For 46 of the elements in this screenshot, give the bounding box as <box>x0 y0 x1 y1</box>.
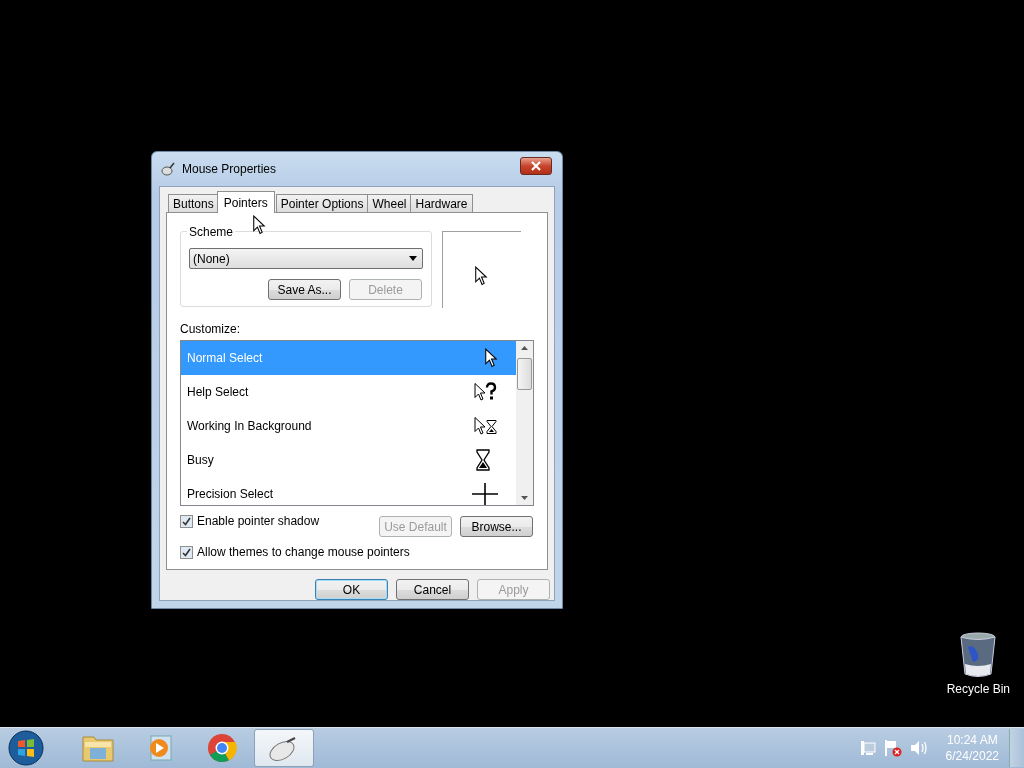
mouse-pointer-icon <box>252 215 266 235</box>
scroll-thumb[interactable] <box>517 358 532 390</box>
start-button[interactable] <box>8 730 44 766</box>
list-item[interactable]: Working In Background <box>181 409 516 443</box>
clock-date: 6/24/2022 <box>945 748 999 764</box>
group-label: Scheme <box>187 225 236 239</box>
close-button[interactable] <box>520 157 552 175</box>
checkbox-label: Enable pointer shadow <box>197 514 320 528</box>
speaker-icon[interactable] <box>909 740 928 756</box>
scrollbar[interactable] <box>516 341 533 505</box>
dialog-button[interactable]: OK <box>315 579 388 600</box>
help-cursor-icon <box>474 382 498 402</box>
busy-arrow-cursor-icon <box>474 416 498 436</box>
network-icon[interactable] <box>859 740 876 756</box>
scheme-dropdown[interactable]: (None) <box>189 248 423 269</box>
caret-icon <box>409 256 417 261</box>
folder-icon <box>82 734 114 762</box>
window-title: Mouse Properties <box>182 162 278 176</box>
mouse-icon <box>160 161 176 177</box>
scheme-button[interactable]: Save As... <box>268 279 341 300</box>
scroll-down-icon[interactable] <box>521 496 528 500</box>
checkbox[interactable] <box>180 545 193 559</box>
list-item[interactable]: Busy <box>181 443 516 477</box>
hourglass-icon <box>476 449 490 471</box>
clock-time: 10:24 AM <box>946 732 998 748</box>
checkbox[interactable] <box>180 514 193 528</box>
play-icon <box>147 734 173 762</box>
cursor-button[interactable]: Browse... <box>460 516 533 537</box>
scroll-up-icon[interactable] <box>521 346 528 350</box>
dialog-button[interactable]: Cancel <box>396 579 469 600</box>
crosshair-icon <box>472 483 498 505</box>
list-item[interactable]: Help Select <box>181 375 516 409</box>
taskbar-button[interactable] <box>254 729 314 767</box>
tab[interactable]: Pointers <box>216 191 275 213</box>
show-desktop-button[interactable] <box>1009 729 1024 767</box>
tab[interactable]: Buttons <box>168 194 219 213</box>
recycle-bin-icon[interactable] <box>959 632 998 678</box>
browser-icon <box>207 733 237 763</box>
close-icon <box>531 161 541 171</box>
flag-icon[interactable] <box>883 739 902 757</box>
checkbox-label: Allow themes to change mouse pointers <box>197 545 410 559</box>
arrow-cursor-icon <box>484 348 498 368</box>
arrow-cursor-icon <box>474 266 488 286</box>
list-item[interactable]: Precision Select <box>181 477 516 505</box>
desktop-icon-label[interactable]: Recycle Bin <box>946 682 1010 696</box>
customize-label: Customize: <box>180 322 242 336</box>
